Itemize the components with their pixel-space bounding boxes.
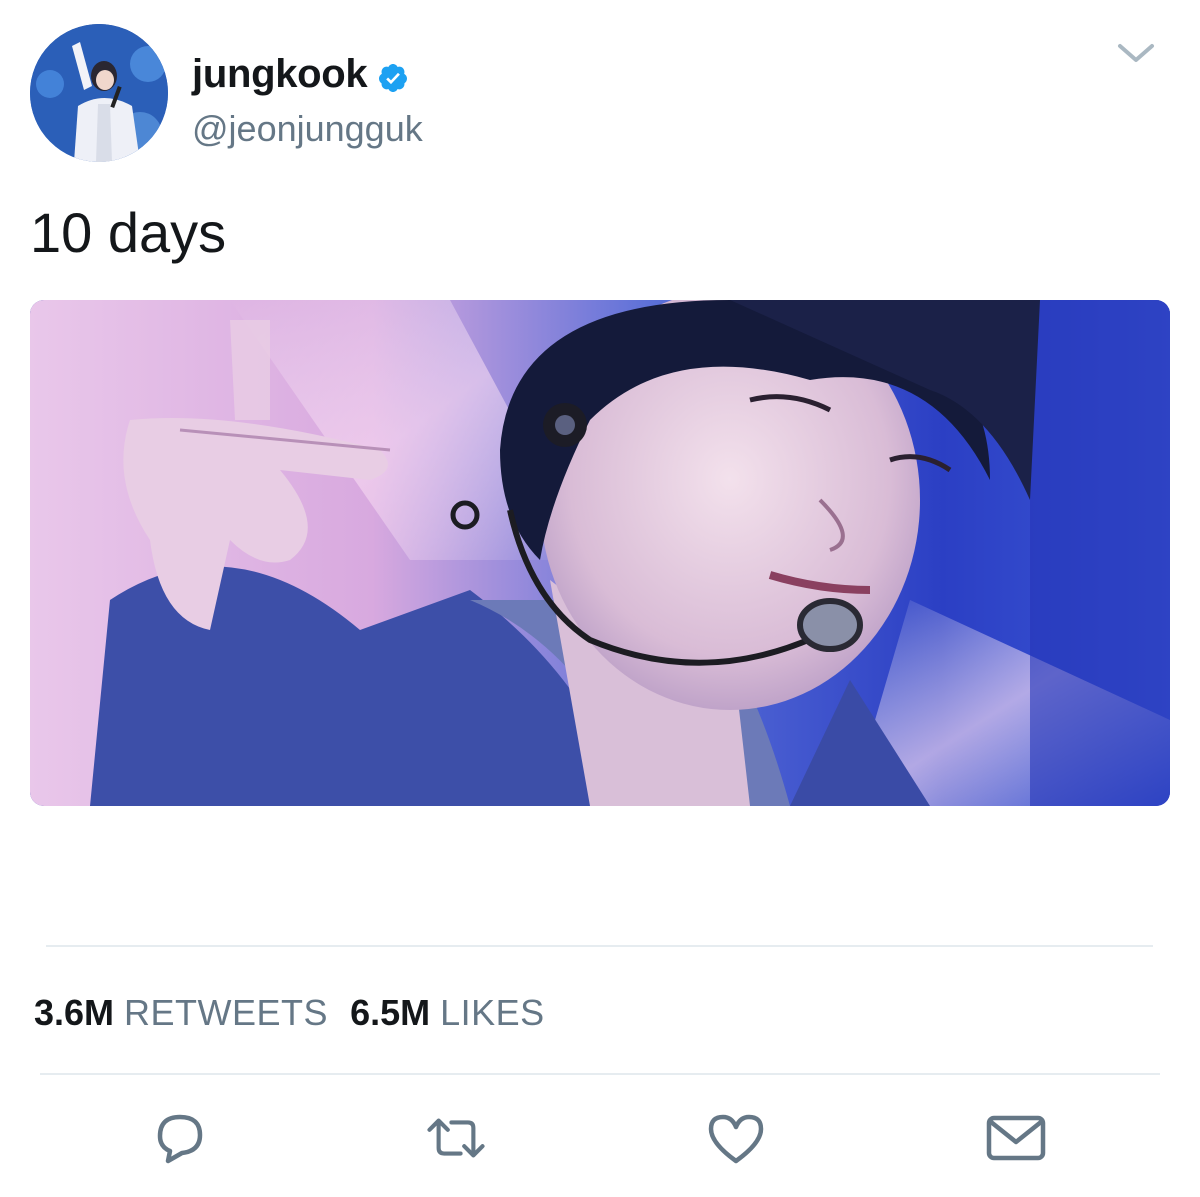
divider [40,1073,1160,1075]
reply-icon[interactable] [148,1106,212,1170]
media-photo [30,300,1170,806]
likes-stat[interactable]: 6.5M LIKES [350,992,545,1034]
tweet-card: jungkook @jeonjungguk 10 days 3.6M RETWE… [0,0,1200,1197]
retweets-stat[interactable]: 3.6M RETWEETS [34,992,328,1034]
avatar-photo [30,24,168,162]
tweet-media-image[interactable] [30,300,1170,806]
chevron-down-icon[interactable] [1114,38,1158,68]
envelope-icon[interactable] [984,1106,1048,1170]
retweets-count: 3.6M [34,992,115,1033]
retweets-label: RETWEETS [124,992,329,1033]
user-handle[interactable]: @jeonjungguk [192,108,423,150]
display-name[interactable]: jungkook [192,52,409,97]
divider [46,945,1153,947]
tweet-stats: 3.6M RETWEETS 6.5M LIKES [34,992,545,1034]
display-name-text: jungkook [192,52,368,96]
verified-badge-icon [377,59,409,92]
heart-icon[interactable] [704,1106,768,1170]
likes-count: 6.5M [350,992,431,1033]
avatar[interactable] [30,24,168,162]
tweet-text: 10 days [30,201,227,264]
likes-label: LIKES [440,992,545,1033]
retweet-icon[interactable] [424,1106,488,1170]
